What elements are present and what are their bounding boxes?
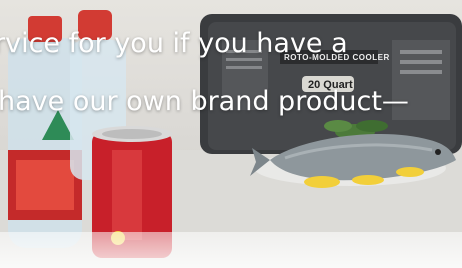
caption-line-2: have our own brand product— <box>0 86 409 117</box>
photo-background: ROTO-MOLDED COOLER 20 Quart rvice for yo… <box>0 0 462 268</box>
caption-line-1: rvice for you if you have a <box>0 28 348 59</box>
bottom-fade-band <box>0 232 462 268</box>
